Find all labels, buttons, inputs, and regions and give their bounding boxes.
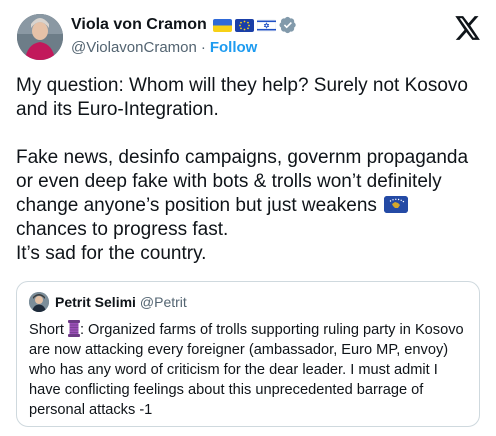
quoted-author-avatar[interactable] (29, 292, 49, 312)
tweet-text: My question: Whom will they help? Surely… (16, 74, 486, 266)
author-handle[interactable]: @ViolavonCramon (71, 39, 197, 56)
quoted-text-segment: : Organized farms of trolls supporting r… (29, 322, 464, 418)
ukraine-flag-icon (212, 18, 232, 32)
thread-spool-icon (67, 320, 80, 337)
tweet-paragraph: Fake news, desinfo campaigns, governm pr… (16, 146, 486, 242)
separator-dot: · (200, 39, 206, 56)
tweet-paragraph: My question: Whom will they help? Surely… (16, 75, 468, 120)
eu-flag-icon (234, 18, 254, 32)
quoted-tweet[interactable]: Petrit Selimi @Petrit Short : Organized … (16, 281, 480, 427)
tweet-text-segment: chances to progress fast. (16, 219, 229, 240)
verified-badge-icon (279, 16, 296, 34)
tweet-card: Viola von Cramon @ViolavonCramon · Follo… (0, 0, 496, 436)
author-avatar[interactable] (17, 14, 63, 60)
flag-emojis (212, 18, 276, 32)
tweet-paragraph: It’s sad for the country. (16, 243, 207, 264)
quoted-author-handle[interactable]: @Petrit (140, 294, 187, 310)
kosovo-flag-icon (384, 196, 409, 213)
follow-button[interactable]: Follow (210, 39, 258, 56)
author-block: Viola von Cramon @ViolavonCramon · Follo… (71, 14, 297, 56)
author-name[interactable]: Viola von Cramon (71, 16, 207, 34)
x-logo-icon[interactable] (455, 16, 481, 40)
israel-flag-icon (256, 18, 276, 32)
quoted-author-name[interactable]: Petrit Selimi (55, 294, 136, 310)
quoted-text-segment: Short (29, 322, 64, 338)
quoted-tweet-text: Short : Organized farms of trolls suppor… (29, 320, 469, 420)
